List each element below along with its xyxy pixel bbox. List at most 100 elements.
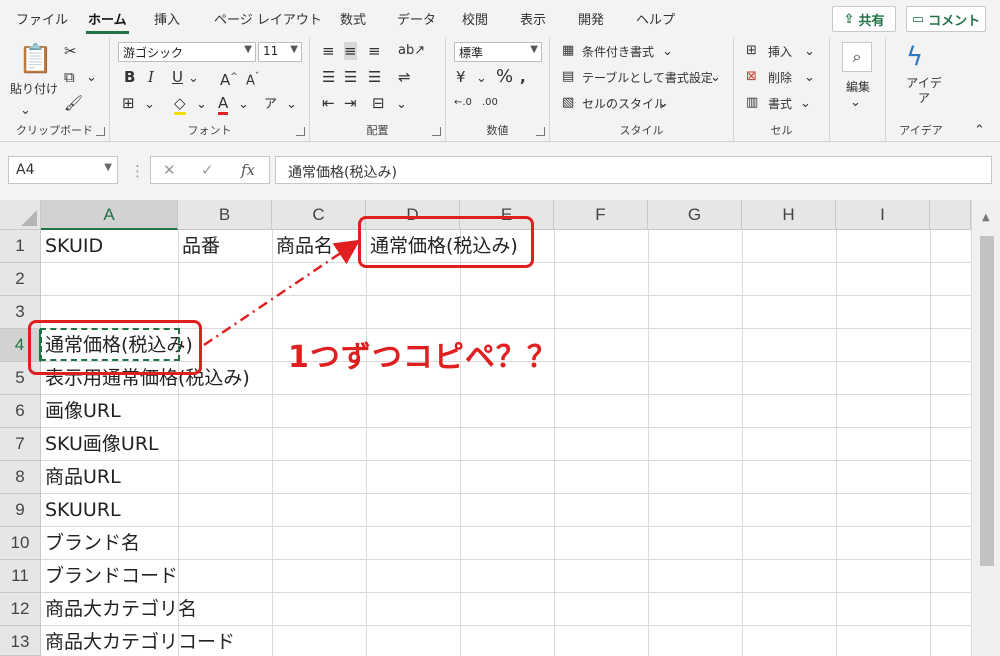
increase-decimal-icon[interactable]: ←.0	[454, 94, 472, 112]
phonetic-icon[interactable]: ア	[264, 96, 277, 114]
chevron-down-icon[interactable]: ⌄	[476, 70, 487, 88]
tab-review[interactable]: 校閲	[462, 9, 488, 28]
align-right-icon[interactable]: ☰	[368, 68, 381, 86]
tab-file[interactable]: ファイル	[16, 9, 68, 28]
chevron-down-icon[interactable]: ⌄	[658, 95, 669, 113]
column-header-c[interactable]: C	[272, 200, 366, 230]
editing-button[interactable]: 編集	[846, 78, 870, 95]
underline-icon[interactable]: U	[172, 68, 183, 86]
tab-home[interactable]: ホーム	[86, 9, 129, 34]
chevron-down-icon[interactable]: ⌄	[144, 96, 155, 114]
column-header-a[interactable]: A	[41, 200, 178, 230]
increase-indent-icon[interactable]: ⇥	[344, 94, 357, 112]
chevron-down-icon[interactable]: ⌄	[804, 43, 815, 61]
row-header-11[interactable]: 11	[0, 560, 41, 593]
row-header-8[interactable]: 8	[0, 461, 41, 494]
copy-icon[interactable]: ⧉	[64, 68, 75, 86]
font-name-select[interactable]: 游ゴシック ▼	[118, 42, 256, 62]
format-button[interactable]: 書式	[768, 95, 792, 112]
paste-button[interactable]: 貼り付け	[10, 80, 58, 97]
tab-view[interactable]: 表示	[520, 9, 546, 28]
wrap-text-icon[interactable]: ⇌	[398, 68, 411, 86]
bold-icon[interactable]: B	[124, 68, 135, 86]
cell-a6[interactable]: 画像URL	[45, 395, 121, 428]
font-size-select[interactable]: 11 ▼	[258, 42, 302, 62]
chevron-down-icon[interactable]: ⌄	[662, 43, 673, 61]
tab-data[interactable]: データ	[397, 9, 436, 28]
cell-a7[interactable]: SKU画像URL	[45, 428, 159, 461]
tab-developer[interactable]: 開発	[578, 9, 604, 28]
format-as-table-icon[interactable]: ▤	[562, 68, 574, 86]
scrollbar-thumb[interactable]	[980, 236, 994, 566]
column-header-i[interactable]: I	[836, 200, 930, 230]
align-top-icon[interactable]: ≡	[322, 42, 335, 60]
align-left-icon[interactable]: ☰	[322, 68, 335, 86]
chevron-down-icon[interactable]: ⌄	[238, 96, 249, 114]
dialog-launcher-icon[interactable]	[536, 127, 545, 136]
cell-c1[interactable]: 商品名	[276, 230, 333, 263]
row-header-12[interactable]: 12	[0, 593, 41, 626]
number-format-select[interactable]: 標準 ▼	[454, 42, 542, 62]
decrease-font-icon[interactable]: Aˇ	[246, 68, 259, 90]
delete-button[interactable]: 削除	[768, 69, 792, 86]
cell-styles-button[interactable]: セルのスタイル	[582, 95, 666, 112]
select-all-button[interactable]	[0, 200, 41, 230]
tab-help[interactable]: ヘルプ	[636, 9, 675, 28]
row-header-10[interactable]: 10	[0, 527, 41, 560]
chevron-down-icon[interactable]: ⌄	[188, 70, 199, 88]
conditional-format-icon[interactable]: ▦	[562, 42, 574, 60]
row-header-1[interactable]: 1	[0, 230, 41, 263]
chevron-down-icon[interactable]: ⌄	[286, 96, 297, 114]
ideas-button[interactable]: アイデア	[904, 76, 944, 106]
dialog-launcher-icon[interactable]	[96, 127, 105, 136]
row-header-6[interactable]: 6	[0, 395, 41, 428]
orientation-icon[interactable]: ab↗	[398, 42, 425, 60]
cell-a9[interactable]: SKUURL	[45, 494, 121, 527]
delete-cells-icon[interactable]: ⊠	[746, 68, 757, 86]
chevron-down-icon[interactable]: ⌄	[86, 69, 97, 87]
chevron-down-icon[interactable]: ⌄	[804, 69, 815, 87]
tab-insert[interactable]: 挿入	[154, 9, 180, 28]
decrease-indent-icon[interactable]: ⇤	[322, 94, 335, 112]
tab-formulas[interactable]: 数式	[340, 9, 366, 28]
lightning-icon[interactable]: ϟ	[906, 42, 923, 72]
row-header-9[interactable]: 9	[0, 494, 41, 527]
paste-icon[interactable]: 📋	[18, 44, 53, 74]
align-center-icon[interactable]: ☰	[344, 68, 357, 86]
align-middle-icon[interactable]: ≡	[344, 42, 357, 60]
row-header-2[interactable]: 2	[0, 263, 41, 296]
row-header-13[interactable]: 13	[0, 626, 41, 656]
cell-a13[interactable]: 商品大カテゴリコード	[45, 626, 235, 656]
cell-styles-icon[interactable]: ▧	[562, 94, 574, 112]
search-icon[interactable]: ⌕	[842, 42, 872, 72]
chevron-down-icon[interactable]: ⌄	[800, 95, 811, 113]
column-header-g[interactable]: G	[648, 200, 742, 230]
italic-icon[interactable]: I	[148, 68, 154, 86]
cell-a1[interactable]: SKUID	[45, 230, 103, 263]
percent-icon[interactable]: %	[496, 68, 513, 86]
decrease-decimal-icon[interactable]: .00	[482, 94, 498, 112]
vertical-scrollbar[interactable]: ▲	[971, 200, 1000, 656]
insert-function-icon[interactable]: fx	[241, 161, 255, 179]
format-painter-icon[interactable]: 🖌	[64, 94, 83, 112]
share-button[interactable]: ⇪ 共有	[832, 6, 896, 32]
formula-input[interactable]: 通常価格(税込み)	[275, 156, 992, 184]
collapse-ribbon-icon[interactable]: ⌃	[974, 122, 985, 140]
tab-page-layout[interactable]: ページ レイアウト	[214, 9, 322, 28]
comma-icon[interactable]: ,	[520, 68, 526, 86]
scroll-up-icon[interactable]: ▲	[982, 212, 990, 223]
column-header-h[interactable]: H	[742, 200, 836, 230]
dialog-launcher-icon[interactable]	[296, 127, 305, 136]
row-header-7[interactable]: 7	[0, 428, 41, 461]
comment-button[interactable]: ▭ コメント	[906, 6, 986, 32]
conditional-format-button[interactable]: 条件付き書式	[582, 43, 654, 60]
fill-color-icon[interactable]: ◇	[174, 94, 186, 115]
dialog-launcher-icon[interactable]	[432, 127, 441, 136]
align-bottom-icon[interactable]: ≡	[368, 42, 381, 60]
column-header-f[interactable]: F	[554, 200, 648, 230]
border-icon[interactable]: ⊞	[122, 94, 135, 112]
chevron-down-icon[interactable]: ⌄	[396, 96, 407, 114]
cell-a10[interactable]: ブランド名	[45, 527, 140, 560]
format-as-table-button[interactable]: テーブルとして書式設定	[582, 69, 713, 86]
currency-icon[interactable]: ¥	[456, 68, 466, 86]
